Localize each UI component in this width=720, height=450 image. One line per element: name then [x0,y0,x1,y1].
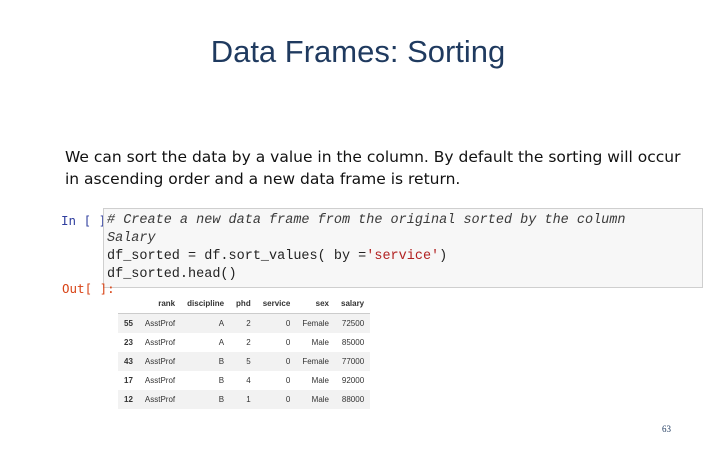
slide-title: Data Frames: Sorting [210,34,506,69]
cell-sex: Male [311,338,329,347]
cell-service: 0 [285,357,291,366]
cell-salary: 72500 [341,319,365,328]
cell-discipline: A [218,338,225,347]
slide-description: We can sort the data by a value in the c… [65,148,681,188]
column-header: sex [296,296,335,314]
column-header: phd [230,296,257,314]
row-index: 12 [124,395,133,404]
cell-sex: Female [302,357,329,366]
table-row: 43 AsstProf B 5 0 Female 77000 [118,352,371,371]
table-row: 55 AsstProf A 2 0 Female 72500 [118,313,371,333]
code-string-literal: 'service' [366,249,440,264]
column-header [118,296,139,314]
cell-sex: Male [311,395,329,404]
code-text: # Create a new data frame from the origi… [107,212,707,284]
cell-salary: 92000 [341,376,365,385]
cell-rank: AsstProf [144,319,176,328]
cell-service: 0 [285,338,291,347]
cell-discipline: B [218,357,225,366]
cell-phd: 4 [246,376,251,385]
dataframe-table: rank discipline phd service sex salary 5… [118,296,371,409]
code-comment-continued: Salary [107,231,156,246]
row-index: 23 [124,338,133,347]
cell-rank: AsstProf [144,376,176,385]
cell-discipline: B [218,395,225,404]
row-index: 55 [124,319,133,328]
cell-phd: 1 [246,395,251,404]
cell-sex: Female [302,319,329,328]
column-header: discipline [181,296,231,314]
cell-discipline: A [218,319,225,328]
cell-phd: 5 [246,357,251,366]
code-sort-statement: df_sorted = df.sort_values( by = [107,249,367,264]
column-header: service [256,296,297,314]
cell-service: 0 [285,376,291,385]
output-prompt: Out[ ]: [62,281,115,296]
cell-salary: 85000 [341,338,365,347]
row-index: 17 [124,376,133,385]
code-sort-statement-end: ) [439,249,448,264]
cell-discipline: B [218,376,225,385]
cell-service: 0 [285,319,291,328]
cell-phd: 2 [246,319,251,328]
cell-sex: Male [311,376,329,385]
cell-phd: 2 [246,338,251,347]
code-comment: # Create a new data frame from the origi… [107,213,626,228]
cell-salary: 88000 [341,395,365,404]
cell-rank: AsstProf [144,338,176,347]
column-header: salary [335,296,371,314]
cell-service: 0 [285,395,291,404]
cell-rank: AsstProf [144,395,176,404]
table-row: 17 AsstProf B 4 0 Male 92000 [118,371,371,390]
table-row: 23 AsstProf A 2 0 Male 85000 [118,333,371,352]
code-head-call: df_sorted.head() [107,267,237,282]
page-number: 63 [662,424,671,434]
row-index: 43 [124,357,133,366]
column-header: rank [138,296,182,314]
cell-rank: AsstProf [144,357,176,366]
cell-salary: 77000 [341,357,365,366]
table-row: 12 AsstProf B 1 0 Male 88000 [118,390,371,409]
table-header-row: rank discipline phd service sex salary [118,296,371,314]
dataframe-output: rank discipline phd service sex salary 5… [118,296,371,409]
